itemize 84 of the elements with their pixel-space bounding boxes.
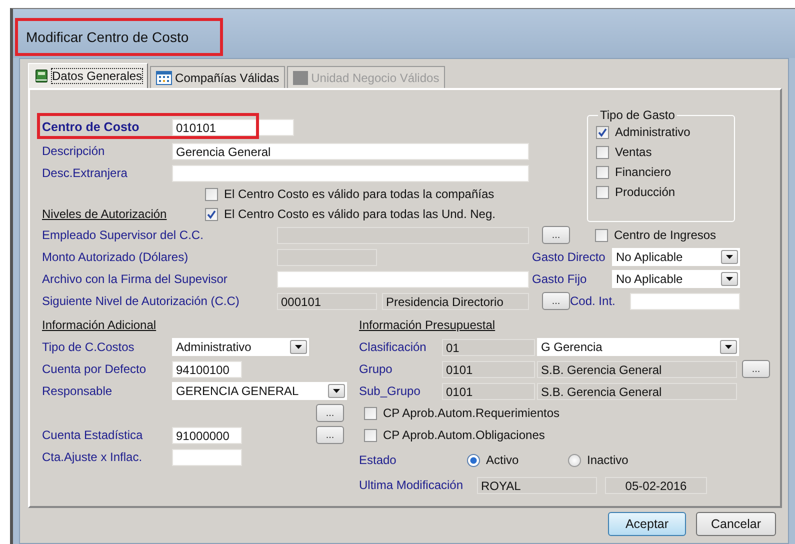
checkbox-label: CP Aprob.Autom.Requerimientos	[383, 406, 560, 420]
text-field[interactable]: 94100100	[172, 360, 242, 378]
lookup-button[interactable]: ...	[316, 426, 344, 444]
field-label: Gasto Directo	[532, 250, 606, 264]
grid-icon	[156, 70, 172, 84]
checkbox-label: Financiero	[615, 165, 672, 179]
lookup-button[interactable]: ...	[542, 226, 570, 244]
text-field[interactable]: ROYAL	[477, 476, 597, 494]
field-label: Cta.Ajuste x Inflac.	[42, 450, 144, 464]
caret-icon	[726, 277, 733, 281]
field-label: Descripción	[42, 144, 106, 158]
checkbox[interactable]	[205, 188, 218, 200]
text-field[interactable]: Gerencia General	[172, 142, 529, 160]
field-label: Monto Autorizado (Dólares)	[42, 250, 190, 264]
checkbox[interactable]	[596, 146, 609, 158]
field-label: Cuenta Estadística	[42, 428, 144, 442]
checkbox-label: Centro de Ingresos	[614, 228, 716, 242]
text-field[interactable]: 0101	[442, 382, 535, 400]
lookup-button[interactable]: ...	[542, 292, 570, 310]
text-field[interactable]	[277, 270, 529, 288]
section-heading: Información Presupuestal	[359, 318, 496, 332]
checkbox-label: El Centro Costo es válido para todas las Und. Neg.	[224, 207, 496, 221]
checkbox-label: Producción	[615, 185, 676, 199]
text-field[interactable]	[172, 164, 529, 182]
checkbox[interactable]	[596, 126, 609, 138]
field-label: Sub_Grupo	[359, 384, 422, 398]
dropdown[interactable]: G Gerencia	[537, 338, 739, 356]
group-title: Tipo de Gasto	[599, 108, 676, 122]
window-title: Modificar Centro de Costo	[26, 29, 189, 45]
radio-button[interactable]	[467, 454, 480, 466]
text-field[interactable]: 01	[442, 338, 535, 356]
tab[interactable]: Compañías Válidas	[150, 66, 286, 88]
caret-icon	[725, 345, 732, 349]
field-label: Responsable	[42, 384, 114, 398]
field-label: Empleado Supervisor del C.C.	[42, 228, 204, 242]
dropdown[interactable]: Administrativo	[172, 338, 309, 356]
lookup-button[interactable]: ...	[742, 360, 770, 378]
text-field[interactable]: 05-02-2016	[605, 476, 707, 494]
dropdown[interactable]: GERENCIA GENERAL	[172, 382, 347, 400]
checkbox[interactable]	[364, 406, 377, 420]
lookup-button[interactable]: ...	[316, 404, 344, 422]
field-label: Archivo con la Firma del Supevisor	[42, 272, 228, 286]
field-label: Centro de Costo	[42, 120, 140, 134]
dropdown[interactable]: No Aplicable	[612, 270, 740, 288]
field-label: Cuenta por Defecto	[42, 362, 148, 376]
checkbox-label: CP Aprob.Autom.Obligaciones	[383, 428, 545, 442]
checkbox[interactable]	[596, 186, 609, 198]
checkbox[interactable]	[596, 166, 609, 178]
field-label: Estado	[359, 453, 398, 467]
radio-label: Activo	[486, 453, 520, 467]
tab[interactable]: Datos Generales	[28, 63, 148, 88]
text-field[interactable]: S.B. Gerencia General	[537, 382, 737, 400]
field-label: Cod. Int.	[570, 294, 616, 308]
field-label: Tipo de C.Costos	[42, 340, 136, 354]
dialog-button[interactable]: Cancelar	[696, 512, 776, 536]
square-icon	[293, 70, 308, 84]
checkbox-label: El Centro Costo es válido para todas la compañías	[224, 187, 494, 201]
text-field[interactable]: S.B. Gerencia General	[537, 360, 737, 378]
book-icon	[34, 69, 49, 83]
field-label: Grupo	[359, 362, 394, 376]
caret-icon	[295, 345, 302, 349]
text-field[interactable]: 010101	[172, 118, 294, 136]
radio-label: Inactivo	[587, 453, 630, 467]
text-field[interactable]: 0101	[442, 360, 535, 378]
checkbox[interactable]	[595, 228, 608, 242]
checkbox[interactable]	[205, 208, 218, 220]
field-label: Ultima Modificación	[359, 478, 464, 492]
checkbox-label: Administrativo	[615, 125, 690, 139]
checkbox-label: Ventas	[615, 145, 652, 159]
section-heading: Información Adicional	[42, 318, 156, 332]
section-heading: Niveles de Autorización	[42, 207, 168, 221]
text-field[interactable]: 91000000	[172, 426, 242, 444]
field-label: Desc.Extranjera	[42, 166, 128, 180]
text-field[interactable]	[172, 448, 242, 466]
caret-icon	[726, 255, 733, 259]
field-label: Siguiente Nivel de Autorización (C.C)	[42, 294, 240, 308]
radio-button[interactable]	[568, 454, 581, 466]
caret-icon	[333, 389, 340, 393]
field-label: Clasificación	[359, 340, 428, 354]
dialog-button[interactable]: Aceptar	[608, 512, 686, 536]
dropdown[interactable]: No Aplicable	[612, 248, 740, 266]
checkbox[interactable]	[364, 428, 377, 442]
text-field[interactable]	[630, 292, 740, 310]
field-label: Gasto Fijo	[532, 272, 588, 286]
